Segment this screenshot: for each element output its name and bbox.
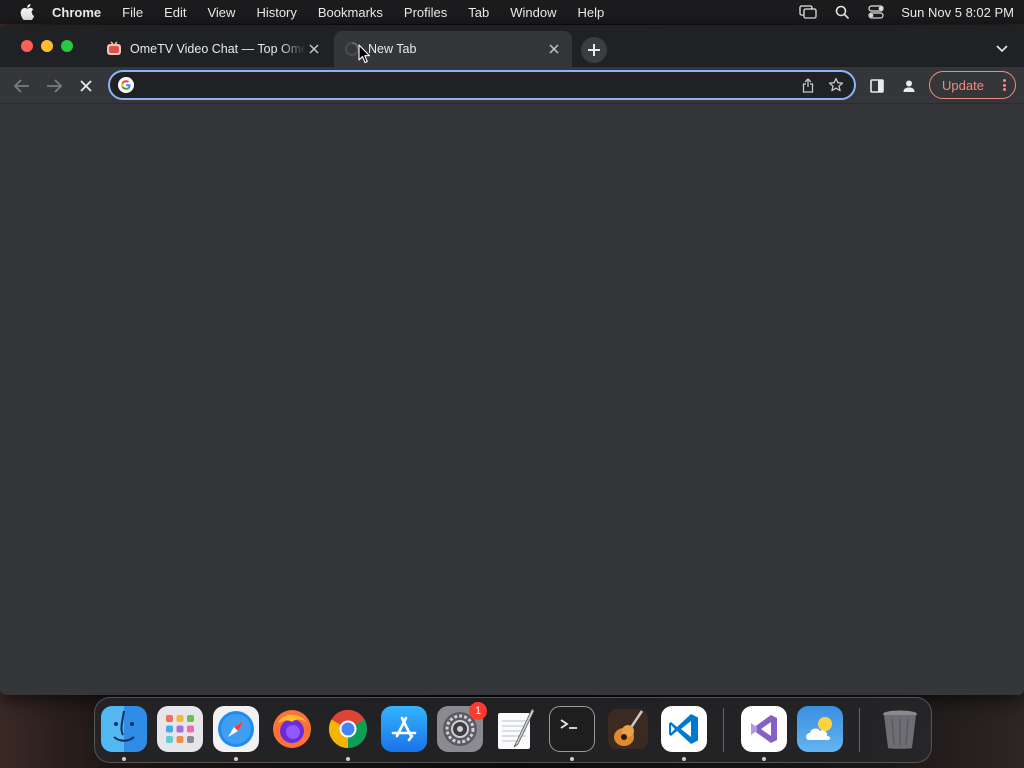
address-bar[interactable] <box>108 70 856 100</box>
update-button[interactable]: Update <box>929 71 1016 99</box>
new-tab-button[interactable] <box>581 37 607 63</box>
visual-studio-icon[interactable] <box>741 706 787 752</box>
more-menu-icon[interactable] <box>1001 77 1007 93</box>
menu-bookmarks[interactable]: Bookmarks <box>318 5 383 20</box>
textedit-icon[interactable] <box>493 706 539 752</box>
running-indicator <box>762 757 766 761</box>
tab-search-button[interactable] <box>994 41 1010 57</box>
terminal-icon[interactable] <box>549 706 595 752</box>
close-icon <box>80 80 92 92</box>
profile-icon <box>903 80 915 92</box>
share-icon[interactable] <box>798 75 818 95</box>
app-store-icon[interactable] <box>381 706 427 752</box>
arrow-right-icon <box>47 79 62 93</box>
spotlight-search-icon[interactable] <box>833 4 851 20</box>
google-icon <box>118 77 134 93</box>
address-input[interactable] <box>140 77 798 93</box>
macos-menu-bar: Chrome File Edit View History Bookmarks … <box>0 0 1024 24</box>
tab-strip: OmeTV Video Chat — Top Omegle New Tab <box>0 25 1024 67</box>
running-indicator <box>346 757 350 761</box>
page-content[interactable] <box>0 104 1024 695</box>
dock-separator <box>723 708 724 752</box>
tab-ometv[interactable]: OmeTV Video Chat — Top Omegle <box>96 31 332 67</box>
safari-icon[interactable] <box>213 706 259 752</box>
back-button[interactable] <box>11 75 33 97</box>
menu-edit[interactable]: Edit <box>164 5 186 20</box>
vscode-icon[interactable] <box>661 706 707 752</box>
menu-bar-clock[interactable]: Sun Nov 5 8:02 PM <box>901 5 1014 20</box>
tab-title: OmeTV Video Chat — Top Omegle <box>130 42 306 56</box>
running-indicator <box>570 757 574 761</box>
menu-window[interactable]: Window <box>510 5 556 20</box>
forward-button[interactable] <box>43 75 65 97</box>
menu-view[interactable]: View <box>207 5 235 20</box>
profile-button[interactable] <box>898 75 920 97</box>
apple-menu-icon[interactable] <box>20 4 34 20</box>
side-panel-icon <box>870 79 884 93</box>
stop-loading-button[interactable] <box>75 75 97 97</box>
launchpad-icon[interactable] <box>157 706 203 752</box>
bookmark-star-icon[interactable] <box>826 75 846 95</box>
finder-icon[interactable] <box>101 706 147 752</box>
ometv-favicon-icon <box>106 41 122 57</box>
menu-app-name[interactable]: Chrome <box>52 5 101 20</box>
side-panel-button[interactable] <box>866 75 888 97</box>
window-minimize-button[interactable] <box>41 40 53 52</box>
macos-dock <box>94 697 932 763</box>
tab-close-icon[interactable] <box>546 41 562 57</box>
window-close-button[interactable] <box>21 40 33 52</box>
running-indicator <box>234 757 238 761</box>
trash-icon[interactable] <box>877 706 923 752</box>
chrome-window: OmeTV Video Chat — Top Omegle New Tab Up… <box>0 25 1024 695</box>
weather-icon[interactable] <box>797 706 843 752</box>
tab-close-icon[interactable] <box>306 41 322 57</box>
browser-toolbar: Update <box>0 67 1024 104</box>
running-indicator <box>682 757 686 761</box>
menu-history[interactable]: History <box>256 5 296 20</box>
garageband-icon[interactable] <box>605 706 651 752</box>
plus-icon <box>588 44 600 56</box>
running-indicator <box>122 757 126 761</box>
window-zoom-button[interactable] <box>61 40 73 52</box>
menu-file[interactable]: File <box>122 5 143 20</box>
arrow-left-icon <box>14 79 29 93</box>
chevron-down-icon <box>996 45 1008 53</box>
menu-help[interactable]: Help <box>578 5 605 20</box>
menu-profiles[interactable]: Profiles <box>404 5 447 20</box>
update-label: Update <box>942 77 984 93</box>
notification-badge: 1 <box>469 702 487 720</box>
chrome-icon[interactable] <box>325 706 371 752</box>
firefox-icon[interactable] <box>269 706 315 752</box>
menu-tab[interactable]: Tab <box>468 5 489 20</box>
tab-title: New Tab <box>368 42 417 56</box>
control-center-icon[interactable] <box>867 4 885 20</box>
screen-mirroring-icon[interactable] <box>799 4 817 20</box>
dock-separator <box>859 708 860 752</box>
mouse-cursor-icon <box>358 44 371 64</box>
